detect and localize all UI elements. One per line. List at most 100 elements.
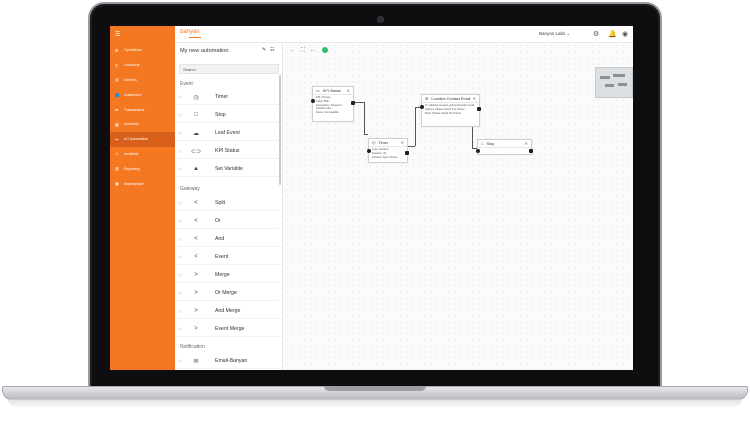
drag-handle-icon[interactable]: ⠿ [175, 167, 185, 172]
palette-item-label: Or [215, 218, 221, 224]
org-name: Banyan Labs [539, 31, 566, 36]
node-title: KPI Status [322, 88, 341, 93]
square-icon: □ [481, 141, 484, 146]
back-arrow-icon[interactable]: ← [290, 47, 295, 53]
close-icon[interactable]: ✕ [525, 141, 528, 146]
node-body: KPI: Primary Label: Bulk Expectation: Stop… [313, 95, 353, 116]
sidebar-item[interactable]: ▦ Inventory [110, 117, 175, 132]
drag-handle-icon[interactable]: ⠿ [175, 359, 185, 364]
connector [364, 102, 365, 134]
pencil-icon[interactable]: ✎ [262, 47, 266, 53]
palette-item[interactable]: ⠿ < And [175, 232, 279, 247]
drag-handle-icon[interactable]: ⠿ [175, 131, 185, 136]
palette-item-label: Event Merge [215, 326, 245, 332]
node-field: Name: Comparable [316, 111, 339, 115]
store-icon: ▣ [115, 181, 119, 187]
search-input[interactable]: Search [179, 64, 279, 74]
gear-icon[interactable]: ⚙ [593, 30, 599, 38]
close-icon[interactable]: ✕ [473, 96, 476, 101]
device-icon: ▤ [115, 77, 119, 83]
org-selector[interactable]: Banyan Labs ⌄ [539, 31, 570, 37]
sidebar-item[interactable]: ▤ Devices [110, 73, 175, 88]
palette-item-label: And [215, 236, 225, 242]
drag-handle-icon[interactable]: ⠿ [175, 95, 185, 100]
node-stop[interactable]: □ Stop ✕ [476, 139, 533, 155]
palette-item[interactable]: ⠿ ▲ Set Variable [175, 162, 279, 177]
drag-handle-icon[interactable]: ⠿ [175, 309, 185, 314]
close-icon[interactable]: ✕ [401, 140, 404, 145]
minimap[interactable] [595, 67, 633, 98]
brand-logo[interactable]: banyan [180, 29, 200, 35]
output-port[interactable] [351, 101, 355, 105]
palette-item[interactable]: ⠿ ◷ Timer [175, 90, 279, 105]
node-kpi-status[interactable]: ▭ KPI Status ✕ KPI: Primary Label: Bulk Expe… [311, 86, 355, 122]
output-port[interactable] [529, 149, 533, 153]
output-port[interactable] [405, 151, 409, 155]
drag-handle-icon[interactable]: ⠿ [175, 291, 185, 296]
palette-item[interactable]: ⠿ □ Stop [175, 108, 279, 123]
sidebar-item-label: Locations [124, 63, 140, 68]
drag-handle-icon[interactable]: ⠿ [175, 273, 185, 278]
square-icon: □ [194, 112, 198, 118]
minimap-node [618, 83, 627, 86]
palette-item-label: Split [215, 200, 226, 206]
account-icon[interactable]: ◉ [622, 30, 628, 38]
drag-handle-icon[interactable]: ⠿ [175, 327, 185, 332]
grid-icon: ⊞ [115, 47, 119, 53]
layout-icon[interactable]: ☷ [270, 47, 274, 53]
more-icon[interactable]: … [311, 47, 316, 53]
node-title: Timer [378, 140, 389, 145]
camera-icon [377, 16, 384, 23]
palette-item[interactable]: ⠿ < Event [175, 250, 279, 265]
palette-item[interactable]: ⠿ > Event Merge [175, 322, 279, 337]
palette-item[interactable]: ⠿ ✉ Email-Banyan [175, 354, 279, 369]
palette-item[interactable]: ⠿ > And Merge [175, 304, 279, 319]
sidebar-item[interactable]: ▥ Reporting [110, 161, 175, 176]
scrollbar[interactable] [279, 75, 281, 185]
palette-item-label: Event [215, 254, 229, 260]
sidebar-item-label: Operations [124, 48, 142, 53]
node-body: To: Address location.getInputContact.ema… [422, 103, 479, 116]
close-icon[interactable]: ✕ [347, 88, 350, 93]
sidebar-item[interactable]: ⚯ IoT Automation [110, 131, 175, 147]
drag-handle-icon[interactable]: ⠿ [175, 219, 185, 224]
fullscreen-icon[interactable]: ⛶ [301, 47, 305, 53]
drag-handle-icon[interactable]: ⠿ [175, 113, 185, 118]
pin-icon: ⚲ [115, 62, 118, 68]
sidebar: ☰ ⊞ Operations ⚲ Locations ▤ Devices 👥 Customer… [110, 26, 175, 370]
sidebar-item[interactable]: ⇄ Transactions [110, 102, 175, 117]
node-timer[interactable]: ◷ Timer ✕ Type: Duration Duration: 30 Durati… [367, 138, 409, 163]
drag-handle-icon[interactable]: ⠿ [175, 237, 185, 242]
drag-handle-icon[interactable]: ⠿ [175, 255, 185, 260]
connector [415, 107, 416, 146]
output-port[interactable] [477, 107, 481, 111]
palette-item[interactable]: ⠿ > Merge [175, 268, 279, 283]
minimap-node [613, 74, 625, 77]
palette-item-label: KPI Status [215, 148, 240, 154]
sidebar-item[interactable]: 👥 Customers [110, 87, 175, 102]
sidebar-item[interactable]: ⚲ Locations [110, 58, 175, 73]
input-port[interactable] [420, 105, 424, 109]
sidebar-item[interactable]: ▣ Marketplace [110, 176, 175, 191]
drag-handle-icon[interactable]: ⠿ [175, 149, 185, 154]
automation-title[interactable]: My new automation [180, 48, 229, 54]
palette-item[interactable]: ⠿ < Or [175, 214, 279, 229]
input-port[interactable] [476, 149, 480, 153]
sidebar-item[interactable]: ⊞ Operations [110, 43, 175, 58]
input-port[interactable] [311, 99, 315, 103]
hamburger-menu-icon[interactable]: ☰ [115, 31, 120, 38]
input-port[interactable] [367, 149, 371, 153]
palette-item[interactable]: ⠿ ☁ Leaf Event [175, 126, 279, 141]
run-button[interactable] [321, 47, 328, 53]
connector [407, 146, 415, 147]
sidebar-item[interactable]: ⚠ Incidents [110, 147, 175, 162]
palette-item[interactable]: ⠿ > Or Merge [175, 286, 279, 301]
bell-icon[interactable]: 🔔 [608, 30, 617, 38]
node-field: Body: Please Check the Printer [425, 111, 462, 115]
workflow-canvas[interactable]: ← ⛶ … ▭ KPI Status ✕ KPI: Primary Label:… [284, 43, 633, 370]
node-location-contact-email[interactable]: ✉ Location Contact Email ✕ To: Address loc… [420, 94, 481, 127]
drag-handle-icon[interactable]: ⠿ [175, 201, 185, 206]
palette-item[interactable]: ⠿ ⊂⊃ KPI Status [175, 144, 279, 159]
palette-item[interactable]: ⠿ < Split [175, 196, 279, 211]
node-title: Stop [486, 141, 495, 146]
